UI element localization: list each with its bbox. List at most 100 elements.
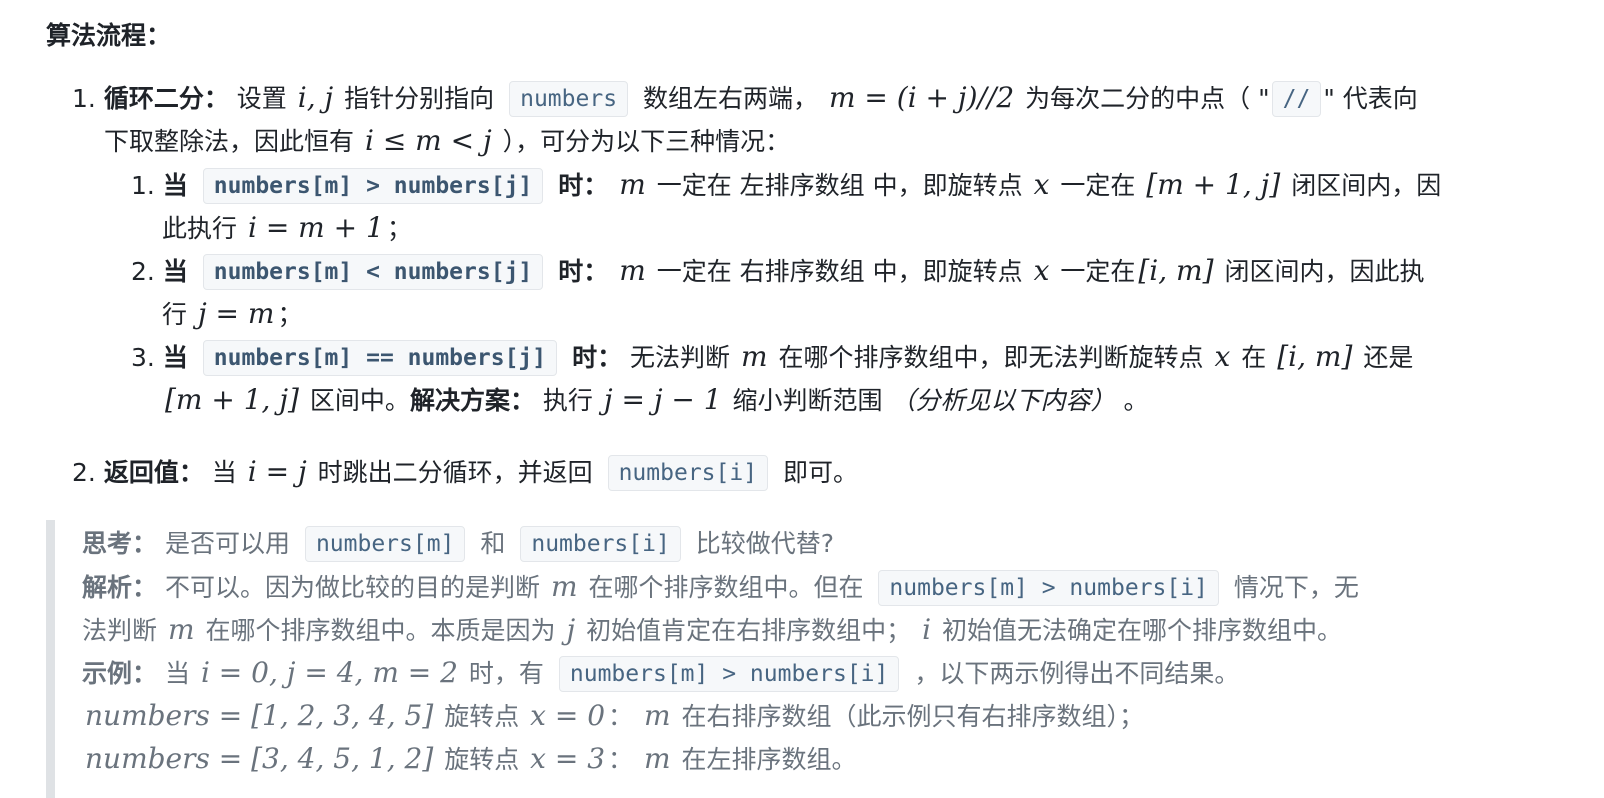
text: 和 xyxy=(480,529,506,558)
math: m xyxy=(644,699,671,732)
math: x = 3 xyxy=(530,742,606,775)
quote-line-3: 法判断 m 在哪个排序数组中。本质是因为 j 初始值肯定在右排序数组中； i 初… xyxy=(82,610,1342,651)
inline-code: numbers[m] < numbers[j] xyxy=(202,254,544,290)
math: j = j − 1 xyxy=(603,383,722,416)
list-number: 2. xyxy=(131,257,155,286)
text: 时跳出二分循环，并返回 xyxy=(317,458,593,487)
list-number: 1. xyxy=(72,84,96,113)
text: 在哪个排序数组中。本质是因为 xyxy=(205,616,556,645)
math: i = m + 1 xyxy=(247,211,384,244)
step-label: 循环二分： xyxy=(103,84,229,113)
quote-label: 解析： xyxy=(82,573,158,602)
step-label: 返回值： xyxy=(103,458,204,487)
text: 初始值无法确定在哪个排序数组中。 xyxy=(941,616,1342,645)
inline-code: // xyxy=(1271,81,1322,117)
math: x xyxy=(1214,340,1231,373)
inline-code: numbers[m] == numbers[j] xyxy=(202,340,558,376)
case-then: 时： xyxy=(558,171,609,200)
math: m xyxy=(741,340,768,373)
math: x = 0 xyxy=(530,699,606,732)
text: 在哪个排序数组中。但在 xyxy=(588,573,864,602)
solution-label: 解决方案： xyxy=(409,386,535,415)
inline-code: numbers[m] > numbers[j] xyxy=(202,168,544,204)
text: 情况下，无 xyxy=(1233,573,1359,602)
text: 在左排序数组。 xyxy=(681,745,857,774)
list-number: 1. xyxy=(131,171,155,200)
math: i, j xyxy=(297,81,334,114)
text: 一定在 xyxy=(1060,257,1136,286)
inline-code: numbers[i] xyxy=(520,526,681,562)
text: 指针分别指向 xyxy=(344,84,495,113)
list-number: 2. xyxy=(72,458,96,487)
text: 当 xyxy=(211,458,237,487)
math: j xyxy=(566,613,576,646)
text: 闭区间内，因 xyxy=(1291,171,1442,200)
text: 不可以。因为做比较的目的是判断 xyxy=(164,573,540,602)
text: 当 xyxy=(164,659,190,688)
math: m xyxy=(619,254,646,287)
quote-label: 思考： xyxy=(82,529,158,558)
math: j = m xyxy=(197,297,275,330)
text: 在哪个排序数组中，即无法判断旋转点 xyxy=(778,343,1204,372)
math: i ≤ m < j xyxy=(364,124,492,157)
text: 区间中。 xyxy=(309,386,410,415)
case-1-line-2: 此执行 i = m + 1； xyxy=(162,208,412,249)
text: ； xyxy=(386,214,412,243)
math: [m + 1, j] xyxy=(1146,168,1281,201)
text: 初始值肯定在右排序数组中； xyxy=(586,616,912,645)
math: x xyxy=(1033,254,1050,287)
section-title: 算法流程： xyxy=(46,21,172,50)
text: 法判断 xyxy=(82,616,158,645)
math: x xyxy=(1033,168,1050,201)
italic-note: （分析见以下内容） xyxy=(890,386,1116,415)
text: 还是 xyxy=(1363,343,1414,372)
math: numbers = [1, 2, 3, 4, 5] xyxy=(85,699,434,732)
text: 时，有 xyxy=(468,659,544,688)
quote-label: 示例： xyxy=(82,659,158,688)
text: 一定在 右排序数组 中，即旋转点 xyxy=(656,257,1023,286)
text: 在右排序数组（此示例只有右排序数组）； xyxy=(681,702,1145,731)
text: 数组左右两端， xyxy=(643,84,819,113)
case-when: 当 xyxy=(162,171,188,200)
inline-code: numbers xyxy=(509,81,629,117)
inline-code: numbers[m] > numbers[i] xyxy=(558,656,900,692)
case-2-line-2: 行 j = m； xyxy=(162,294,302,335)
step-2-line: 2. 返回值： 当 i = j 时跳出二分循环，并返回 numbers[i] 即… xyxy=(72,452,858,493)
math: i = 0, j = 4, m = 2 xyxy=(200,656,458,689)
math: i xyxy=(922,613,932,646)
text: 行 xyxy=(162,300,188,329)
text: 即可。 xyxy=(783,458,859,487)
text: 此执行 xyxy=(162,214,238,243)
text: 一定在 xyxy=(1060,171,1136,200)
math: m = (i + j)//2 xyxy=(828,81,1015,114)
math: m xyxy=(550,570,578,603)
text: ： xyxy=(608,745,634,774)
math: m xyxy=(619,168,646,201)
document-page: 算法流程： 1. 循环二分： 设置 i, j 指针分别指向 numbers 数组… xyxy=(0,0,1604,798)
text: " 代表向 xyxy=(1323,84,1418,113)
case-when: 当 xyxy=(162,257,188,286)
text: ： xyxy=(608,702,634,731)
math: [i, m] xyxy=(1138,254,1214,287)
inline-code: numbers[m] > numbers[i] xyxy=(878,570,1219,606)
math: [i, m] xyxy=(1277,340,1353,373)
case-when: 当 xyxy=(162,343,188,372)
text: 为每次二分的中点（ " xyxy=(1025,84,1270,113)
text: 设置 xyxy=(236,84,287,113)
text: 在 xyxy=(1241,343,1267,372)
text: 无法判断 xyxy=(630,343,731,372)
text: 旋转点 xyxy=(444,702,520,731)
quote-line-4: 示例： 当 i = 0, j = 4, m = 2 时，有 numbers[m]… xyxy=(82,653,1239,694)
text: 是否可以用 xyxy=(164,529,290,558)
text: 一定在 左排序数组 中，即旋转点 xyxy=(656,171,1023,200)
text: 旋转点 xyxy=(444,745,520,774)
case-then: 时： xyxy=(572,343,623,372)
math: numbers = [3, 4, 5, 1, 2] xyxy=(85,742,434,775)
quote-line-6: numbers = [3, 4, 5, 1, 2] 旋转点 x = 3： m 在… xyxy=(82,739,857,780)
text: 缩小判断范围 xyxy=(732,386,883,415)
text: 闭区间内，因此执 xyxy=(1224,257,1425,286)
case-then: 时： xyxy=(558,257,609,286)
quote-line-5: numbers = [1, 2, 3, 4, 5] 旋转点 x = 0： m 在… xyxy=(82,696,1144,737)
math: m xyxy=(167,613,195,646)
quote-line-1: 思考： 是否可以用 numbers[m] 和 numbers[i] 比较做代替? xyxy=(82,524,834,564)
